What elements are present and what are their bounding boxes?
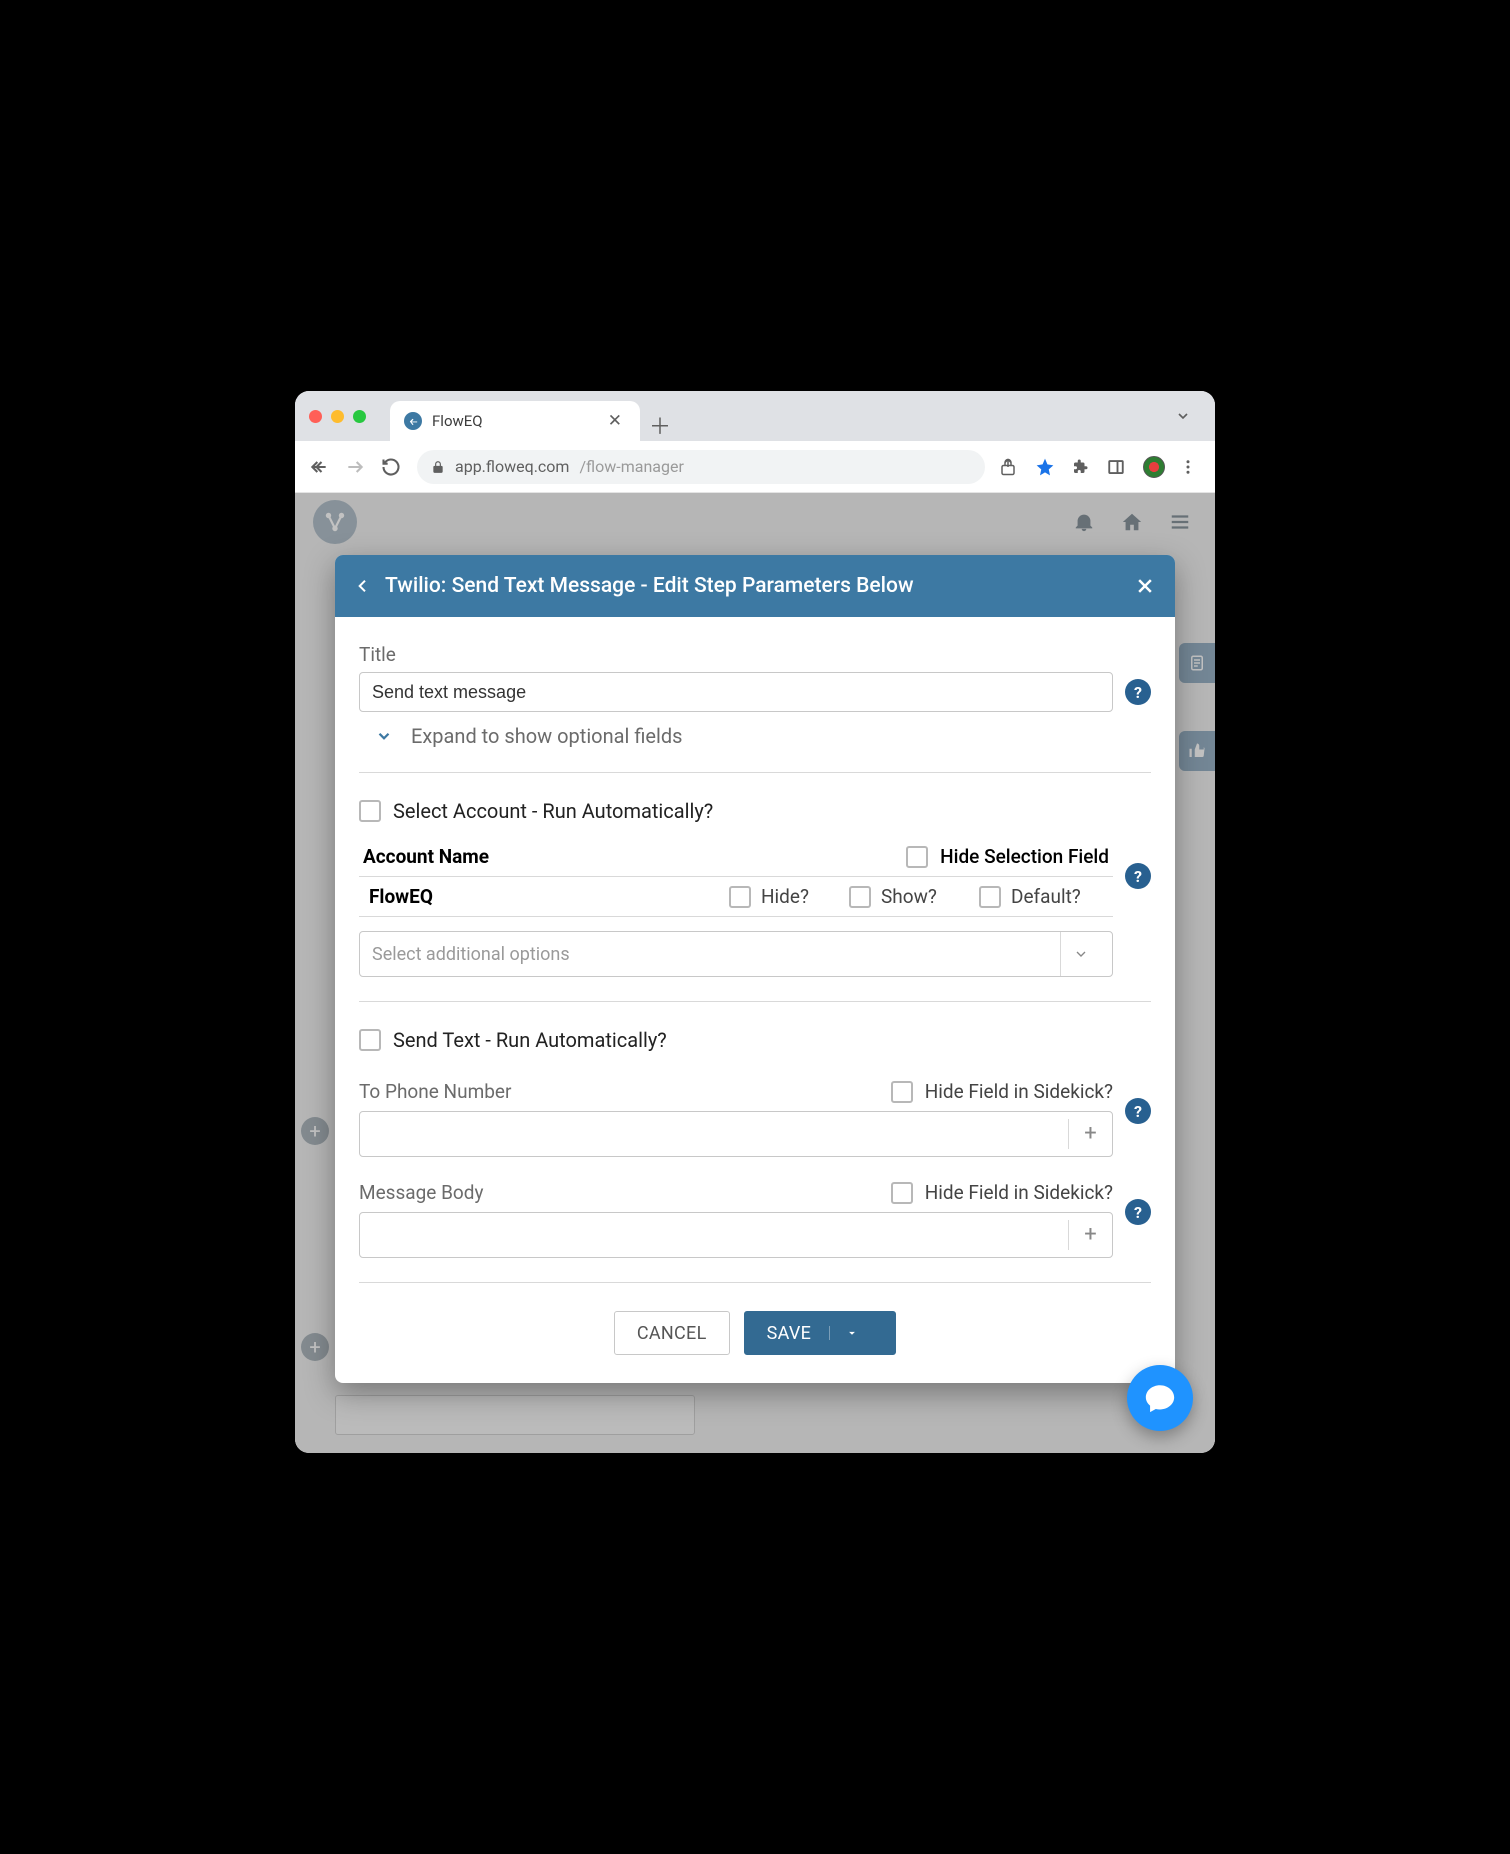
account-hide-label: Hide? bbox=[761, 885, 809, 908]
browser-tab[interactable]: FlowEQ ✕ bbox=[390, 401, 640, 441]
help-icon[interactable]: ? bbox=[1125, 863, 1151, 889]
reload-icon[interactable] bbox=[381, 457, 403, 477]
modal-back-icon[interactable] bbox=[355, 578, 371, 594]
account-row: FlowEQ Hide? Show? Default? bbox=[359, 877, 1113, 917]
browser-window: FlowEQ ✕ ＋ app.floweq.com/flow-manager bbox=[295, 391, 1215, 1453]
cancel-button[interactable]: CANCEL bbox=[614, 1311, 730, 1355]
hide-selection-checkbox[interactable] bbox=[906, 846, 928, 868]
share-icon[interactable] bbox=[999, 458, 1021, 476]
help-icon[interactable]: ? bbox=[1125, 1098, 1151, 1124]
send-text-auto-label: Send Text - Run Automatically? bbox=[393, 1028, 667, 1052]
phone-input[interactable] bbox=[360, 1112, 1068, 1156]
chevron-down-icon bbox=[1060, 932, 1100, 976]
modal-title: Twilio: Send Text Message - Edit Step Pa… bbox=[385, 574, 1121, 598]
phone-hide-label: Hide Field in Sidekick? bbox=[925, 1080, 1113, 1103]
window-maximize[interactable] bbox=[353, 410, 366, 423]
select-placeholder: Select additional options bbox=[372, 944, 570, 965]
body-input[interactable] bbox=[360, 1213, 1068, 1257]
window-controls bbox=[309, 410, 366, 423]
modal-footer: CANCEL SAVE bbox=[359, 1301, 1151, 1379]
tabs-dropdown-icon[interactable] bbox=[1165, 402, 1201, 430]
modal-header: Twilio: Send Text Message - Edit Step Pa… bbox=[335, 555, 1175, 617]
add-variable-icon[interactable]: + bbox=[1068, 1220, 1112, 1251]
title-input[interactable] bbox=[359, 672, 1113, 712]
body-hide-label: Hide Field in Sidekick? bbox=[925, 1181, 1113, 1204]
modal-close-icon[interactable] bbox=[1135, 576, 1155, 596]
save-dropdown-icon[interactable] bbox=[829, 1326, 873, 1340]
kebab-menu-icon[interactable] bbox=[1179, 458, 1201, 476]
window-minimize[interactable] bbox=[331, 410, 344, 423]
additional-options-select[interactable]: Select additional options bbox=[359, 931, 1113, 977]
hide-selection-label: Hide Selection Field bbox=[940, 845, 1109, 868]
favicon-icon bbox=[404, 412, 422, 430]
browser-toolbar: app.floweq.com/flow-manager bbox=[295, 441, 1215, 493]
save-button-label: SAVE bbox=[767, 1323, 830, 1344]
new-tab-button[interactable]: ＋ bbox=[640, 409, 680, 441]
account-default-label: Default? bbox=[1011, 885, 1081, 908]
select-account-auto-checkbox[interactable] bbox=[359, 800, 381, 822]
title-field-label: Title bbox=[359, 643, 1151, 666]
help-icon[interactable]: ? bbox=[1125, 1199, 1151, 1225]
url-path: /flow-manager bbox=[579, 457, 683, 476]
account-hide-checkbox[interactable] bbox=[729, 886, 751, 908]
save-button[interactable]: SAVE bbox=[744, 1311, 897, 1355]
account-show-label: Show? bbox=[881, 885, 937, 908]
expand-optional-label: Expand to show optional fields bbox=[411, 724, 682, 748]
account-name-column: Account Name bbox=[363, 845, 719, 868]
url-host: app.floweq.com bbox=[455, 457, 569, 476]
chevron-down-icon bbox=[375, 727, 393, 745]
edit-step-modal: Twilio: Send Text Message - Edit Step Pa… bbox=[335, 555, 1175, 1383]
nav-forward-icon bbox=[345, 457, 367, 477]
cancel-button-label: CANCEL bbox=[637, 1323, 707, 1344]
nav-back-icon[interactable] bbox=[309, 457, 331, 477]
account-default-checkbox[interactable] bbox=[979, 886, 1001, 908]
window-close[interactable] bbox=[309, 410, 322, 423]
tab-close-icon[interactable]: ✕ bbox=[604, 411, 626, 431]
select-account-auto-label: Select Account - Run Automatically? bbox=[393, 799, 713, 823]
phone-field-label: To Phone Number bbox=[359, 1080, 511, 1103]
tab-strip: FlowEQ ✕ ＋ bbox=[295, 391, 1215, 441]
extensions-icon[interactable] bbox=[1071, 458, 1093, 476]
phone-hide-checkbox[interactable] bbox=[891, 1081, 913, 1103]
address-bar[interactable]: app.floweq.com/flow-manager bbox=[417, 450, 985, 484]
profile-avatar[interactable] bbox=[1143, 456, 1165, 478]
send-text-auto-checkbox[interactable] bbox=[359, 1029, 381, 1051]
add-variable-icon[interactable]: + bbox=[1068, 1119, 1112, 1150]
lock-icon bbox=[431, 460, 445, 474]
account-row-name: FlowEQ bbox=[363, 885, 719, 908]
chat-fab[interactable] bbox=[1127, 1365, 1193, 1431]
tab-title: FlowEQ bbox=[432, 412, 594, 430]
panel-icon[interactable] bbox=[1107, 458, 1129, 476]
bookmark-star-icon[interactable] bbox=[1035, 457, 1057, 477]
expand-optional-toggle[interactable]: Expand to show optional fields bbox=[359, 712, 1151, 748]
help-icon[interactable]: ? bbox=[1125, 679, 1151, 705]
body-hide-checkbox[interactable] bbox=[891, 1182, 913, 1204]
app-viewport: + + Twilio: Send Text Message - Edit Ste… bbox=[295, 493, 1215, 1453]
body-field-label: Message Body bbox=[359, 1181, 483, 1204]
account-show-checkbox[interactable] bbox=[849, 886, 871, 908]
